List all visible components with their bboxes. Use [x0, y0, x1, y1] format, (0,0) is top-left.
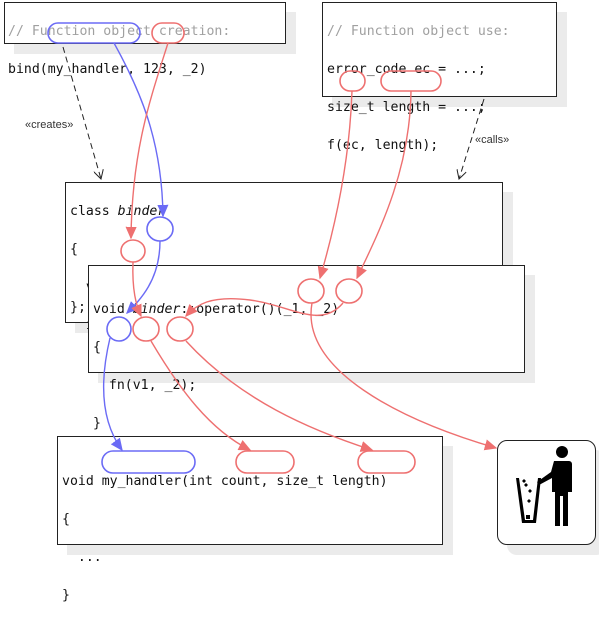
handler-name-highlight [101, 450, 196, 474]
v1-member-highlight [120, 239, 146, 263]
count-highlight [235, 450, 295, 474]
v1-arg-highlight [132, 316, 160, 342]
p2-highlight [335, 278, 363, 304]
calls-arrow [459, 98, 485, 179]
connector-overlay [47, 22, 498, 474]
length-to-p2-arrow [356, 90, 412, 280]
length-param-highlight [357, 450, 416, 474]
code-line: } [62, 588, 70, 603]
v1member-to-v1arg-arrow [131, 261, 142, 318]
p2-to-p2arg-arrow [185, 298, 344, 318]
v1arg-to-count-arrow [150, 340, 252, 451]
fn-call-highlight [106, 316, 132, 342]
fncall-to-handler-arrow [102, 337, 123, 452]
p1-to-trash-arrow [310, 302, 498, 451]
fn-member-highlight [146, 216, 174, 242]
ec-to-p1-arrow [317, 90, 353, 280]
fnmember-to-fncall-arrow [126, 240, 161, 314]
p2-arg-highlight [166, 316, 194, 342]
length-highlight [380, 70, 442, 92]
p1-highlight [297, 278, 325, 304]
value-arg-highlight [151, 22, 185, 44]
ec-highlight [339, 70, 366, 92]
creates-arrow [62, 46, 101, 179]
p2arg-to-length-arrow [185, 340, 374, 452]
handler-arg-highlight [47, 22, 141, 44]
handler-to-fn-arrow [113, 42, 169, 218]
